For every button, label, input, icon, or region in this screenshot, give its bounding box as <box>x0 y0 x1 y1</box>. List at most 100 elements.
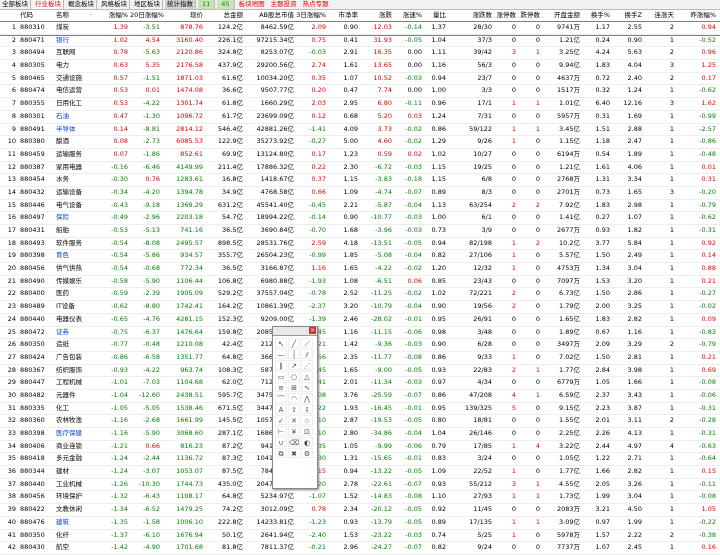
fan-tool-icon[interactable]: ⋰ <box>301 360 313 370</box>
col-header-12[interactable]: 量比 <box>424 10 446 21</box>
table-row[interactable]: 29880447工程机械-1.01-7.031104.6862.0亿7123.6… <box>0 377 720 390</box>
col-header-20[interactable]: 昨涨幅% <box>676 10 716 21</box>
col-header-11[interactable]: 涨速% <box>394 10 422 21</box>
wave-tool-icon[interactable]: ∿ <box>301 382 313 392</box>
table-row[interactable]: 21 880490 传媒娱乐 -0.58 -5.90 1106.44 106.8亿 6980.… <box>0 276 720 289</box>
table-row[interactable]: 37880440工业机械-1.26-10.301744.73435.0亿2047… <box>0 479 720 492</box>
triangle-tool-icon[interactable]: △ <box>301 371 313 381</box>
table-row[interactable]: 30880482元器件-1.04-12.602438.51595.7亿34755… <box>0 390 720 403</box>
table-row[interactable]: 16 880497 保险 -0.49 -2.96 2203.18 54.7亿 18994.22… <box>0 212 720 225</box>
line-tool-icon[interactable]: ╱ <box>288 338 300 348</box>
copy-tool-icon[interactable]: ⧉ <box>275 448 287 458</box>
table-row[interactable]: 9 880491 半导体 0.14 -8.81 2814.12 546.4亿 42881.26… <box>0 124 720 137</box>
tab-7[interactable]: 45 <box>217 0 235 9</box>
tab-4[interactable]: 地区板块 <box>132 0 163 9</box>
col-header-17[interactable]: 换手% <box>582 10 610 21</box>
table-row[interactable]: 34880406商业连锁-1.210.66816.2387.2亿9417.20亿… <box>0 441 720 454</box>
table-row[interactable]: 35880418多元金融-1.24-2.441136.7287.3亿10410.… <box>0 453 720 467</box>
table-row[interactable]: 2 880471 银行 1.02 4.54 3160.40 226.1亿 97215.34亿 0… <box>0 35 720 48</box>
table-row[interactable]: 42 880430 航空 -1.42 -4.90 1701.68 81.8亿 7811.37亿… <box>0 542 720 555</box>
delete-tool-icon[interactable]: ✖ <box>288 448 300 458</box>
table-row[interactable]: 31880335化工-1.05-5.051538.46671.5亿34473.0… <box>0 403 720 416</box>
table-row[interactable]: 19 880398 育色 -0.54 -5.86 934.57 355.7亿 26504.23… <box>0 250 720 264</box>
table-row[interactable]: 40 880476 建筑 -1.35 -1.58 1006.10 222.8亿 14233.8… <box>0 517 720 530</box>
down-arrow-tool-icon[interactable]: ⇩ <box>301 404 313 414</box>
table-row[interactable]: 32880360农林牧渔-1.16-2.681661.99145.5亿10570… <box>0 415 720 428</box>
magnet-tool-icon[interactable]: ∪ <box>275 437 287 447</box>
parallel-tool-icon[interactable]: ∥ <box>275 360 287 370</box>
table-row[interactable]: 11 880459 运输服务 0.07 -1.86 852.61 69.9亿 13124.80… <box>0 149 720 162</box>
col-header-5[interactable]: 现价 <box>162 10 203 21</box>
cycle-tool-icon[interactable]: ⌒ <box>275 393 287 403</box>
table-row[interactable]: 27880424广告包装-0.86-6.581351.7764.8亿3666.8… <box>0 352 720 365</box>
table-row[interactable]: 25880472证券-0.75-6.371476.64159.8亿20855.1… <box>0 327 720 340</box>
table-row[interactable]: 36880344建材-1.24-3.071053.0787.5亿7842.79亿… <box>0 466 720 479</box>
col-header-4[interactable]: 20日涨幅% <box>130 10 164 21</box>
table-row[interactable]: 23 880489 IT设备 -0.62 -8.80 1742.41 164.2亿 10861… <box>0 301 720 314</box>
table-row[interactable]: 5 880465 交通设施 0.57 -1.51 1871.03 61.6亿 10034.20… <box>0 73 720 86</box>
table-row[interactable]: 3 880494 互联网 0.78 -5.63 2120.86 324.8亿 8253.07亿… <box>0 47 720 61</box>
table-row[interactable]: 15 880446 电气设备 -0.43 -9.18 1369.29 631.2亿 45541… <box>0 200 720 213</box>
table-row[interactable]: 7 880355 日用化工 0.53 -4.22 1301.74 61.8亿 1660.29亿… <box>0 98 720 111</box>
tab-1[interactable]: 行业板块 <box>33 0 64 9</box>
table-row[interactable]: 8 880301 石油 0.47 -1.30 1096.72 61.7亿 23699.09亿 0… <box>0 111 720 124</box>
col-header-3[interactable]: 涨幅% <box>96 10 128 21</box>
table-row[interactable]: 41 880350 化纤 -1.37 -6.10 1676.94 50.1亿 2641.94亿… <box>0 530 720 543</box>
cursor-tool-icon[interactable]: ↖ <box>275 338 287 348</box>
table-row[interactable]: 12 880387 家用电器 -0.16 -6.46 4149.99 211.4亿 17886… <box>0 162 720 175</box>
table-row[interactable]: 39 880422 文教休闲 -1.34 -6.52 1479.25 74.2亿 3012.0… <box>0 504 720 517</box>
circle-tool-icon[interactable]: ○ <box>288 371 300 381</box>
col-header-10[interactable]: 涨跌 <box>360 10 392 21</box>
star-tool-icon[interactable]: ☆ <box>301 415 313 425</box>
ray-tool-icon[interactable]: ⟋ <box>301 338 313 348</box>
gann-tool-icon[interactable]: ⊞ <box>288 382 300 392</box>
col-header-16[interactable]: 开盘金额 <box>544 10 580 21</box>
table-row[interactable]: 6 880474 电信运营 0.53 0.01 1474.08 36.6亿 9507.77亿 0… <box>0 85 720 99</box>
table-row[interactable]: 26880350造纸-0.77-0.481210.0842.4亿2125.94亿… <box>0 339 720 352</box>
zigzag-tool-icon[interactable]: ⋀ <box>301 393 313 403</box>
tab-6[interactable]: 11 <box>198 0 216 9</box>
up-arrow-tool-icon[interactable]: ⇧ <box>288 404 300 414</box>
tab-3[interactable]: 风格板块 <box>99 0 130 9</box>
table-row[interactable]: 24 880440 电器仪表 -0.65 -4.76 4281.15 152.3亿 9209.… <box>0 314 720 327</box>
col-header-9[interactable]: 市净率 <box>330 10 359 21</box>
col-header-19[interactable]: 连涨天 <box>644 10 675 21</box>
table-row[interactable]: 28880367纺织服饰-0.93-4.22963.74108.3亿5870.3… <box>0 365 720 378</box>
drawing-toolbox[interactable]: × ↖ ╱ ⟋ — │ ⫽ ∥ ↗ ⋰ ▭ ○ △ ≡ ⊞ ∿ ⌒ ◠ ⋀ A … <box>272 326 318 489</box>
table-row[interactable]: 18 880493 软件服务 -0.54 -8.08 2495.57 898.5亿 28531… <box>0 238 720 251</box>
ruler-tool-icon[interactable]: ⊢ <box>275 426 287 436</box>
rect-tool-icon[interactable]: ▭ <box>275 371 287 381</box>
toolbox-titlebar[interactable]: × <box>273 327 317 336</box>
tab-8[interactable]: 板块地图 <box>237 0 267 9</box>
table-row[interactable]: 10 880380 酿酒 0.08 -2.73 6085.53 122.9亿 35273.92… <box>0 136 720 149</box>
col-header-0[interactable]: 代码 <box>20 10 56 21</box>
table-row[interactable]: 13 880454 水务 -0.30 0.76 1283.61 16.8亿 1418.67亿 0… <box>0 174 720 187</box>
cross-tool-icon[interactable]: ✕ <box>288 415 300 425</box>
arrow-tool-icon[interactable]: ↗ <box>288 360 300 370</box>
fib-tool-icon[interactable]: ≡ <box>275 382 287 392</box>
hide-tool-icon[interactable]: ◐ <box>301 437 313 447</box>
table-row[interactable]: 17 880431 船舶 -0.53 -5.13 741.16 36.5亿 3690.84亿 -… <box>0 225 720 238</box>
table-row[interactable]: 38 880456 环境保护 -1.32 -6.43 1108.17 64.8亿 5234.9… <box>0 491 720 505</box>
tab-2[interactable]: 概念板块 <box>66 0 97 9</box>
tab-10[interactable]: 热点专题 <box>301 0 331 9</box>
channel-tool-icon[interactable]: ⫽ <box>301 349 313 359</box>
col-header-14[interactable]: 涨停数 <box>494 10 517 21</box>
vline-tool-icon[interactable]: │ <box>288 349 300 359</box>
col-header-7[interactable]: AB股总市值 <box>244 10 294 21</box>
eraser-tool-icon[interactable]: ⌫ <box>288 437 300 447</box>
table-row[interactable]: 4 880305 电力 0.63 5.35 2176.58 437.9亿 29200.56亿 2… <box>0 60 720 73</box>
mark-tool-icon[interactable]: ✓ <box>275 415 287 425</box>
lock-tool-icon[interactable]: ⊡ <box>301 426 313 436</box>
close-icon[interactable]: × <box>309 327 316 334</box>
table-row[interactable]: 20 880456 供气供热 -0.54 -0.68 772.34 36.5亿 3166.87… <box>0 263 720 276</box>
price-tool-icon[interactable]: ¥ <box>288 426 300 436</box>
table-row[interactable]: 22 880400 医药 -0.59 -2.39 1905.09 529.2亿 37557.0… <box>0 288 720 302</box>
table-row[interactable]: 1 880310 煤炭 1.39 -3.51 878.76 124.2亿 8462.59亿 2.… <box>0 21 720 36</box>
tab-9[interactable]: 主题投资 <box>269 0 299 9</box>
col-header-18[interactable]: 换手Z <box>612 10 642 21</box>
text-tool-icon[interactable]: A <box>275 404 287 414</box>
hline-tool-icon[interactable]: — <box>275 349 287 359</box>
col-header-6[interactable]: 总金额 <box>205 10 244 21</box>
table-row[interactable]: 14 880432 运输设备 -0.34 -4.20 1394.78 34.9亿 4768.5… <box>0 187 720 200</box>
